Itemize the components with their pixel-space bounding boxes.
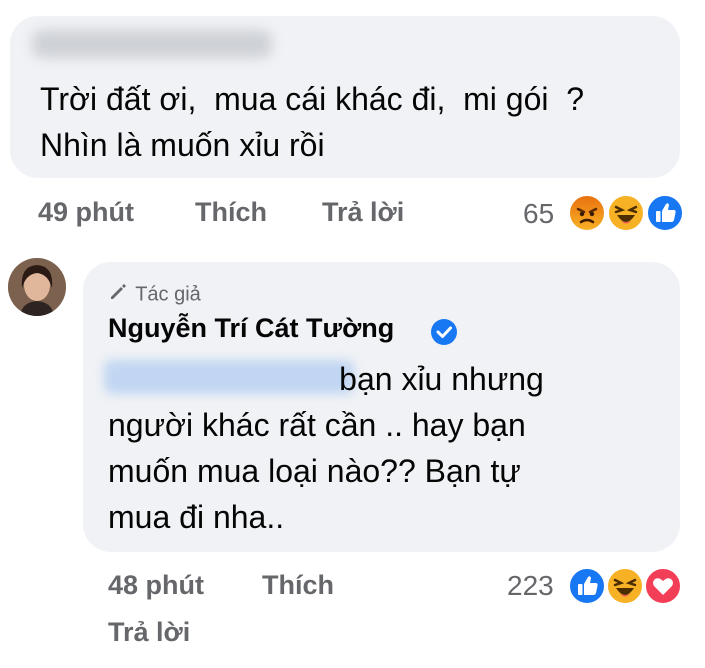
like-link[interactable]: Thích: [195, 197, 267, 228]
reply-like-link[interactable]: Thích: [262, 570, 334, 601]
like-reaction-icon[interactable]: [567, 566, 607, 606]
pencil-icon: [108, 282, 130, 308]
reaction-count[interactable]: 65: [523, 198, 554, 230]
verified-badge-icon: [427, 315, 461, 349]
reply-reply-link[interactable]: Trả lời: [108, 617, 190, 648]
author-badge: Tác giả: [108, 282, 201, 308]
author-avatar[interactable]: [8, 258, 66, 316]
haha-reaction-icon[interactable]: [606, 193, 646, 233]
comment-text: Trời đất ơi, mua cái khác đi, mi gói ? N…: [40, 81, 585, 163]
reply-reaction-count[interactable]: 223: [507, 570, 554, 602]
love-reaction-icon[interactable]: [643, 566, 683, 606]
haha-reaction-icon[interactable]: [605, 566, 645, 606]
comment-timestamp[interactable]: 49 phút: [38, 197, 134, 228]
author-name[interactable]: Nguyễn Trí Cát Tường: [108, 313, 394, 344]
reply-text: bạn xỉu nhưng người khác rất cần .. hay …: [108, 361, 544, 535]
reply-link[interactable]: Trả lời: [322, 197, 404, 228]
angry-reaction-icon[interactable]: [567, 193, 607, 233]
reply-timestamp[interactable]: 48 phút: [108, 570, 204, 601]
blurred-commenter-name: [32, 30, 272, 58]
like-reaction-icon[interactable]: [645, 193, 685, 233]
